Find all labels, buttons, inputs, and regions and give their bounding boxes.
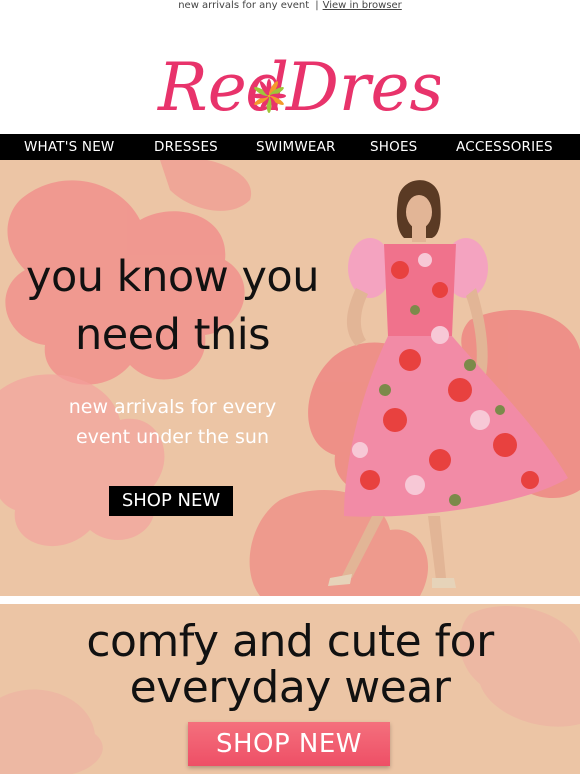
hero-banner[interactable]: you know you need this new arrivals for … bbox=[0, 160, 580, 596]
nav-item-shoes[interactable]: SHOES bbox=[370, 134, 417, 160]
hero-headline-line-2: need this bbox=[74, 310, 271, 360]
everyday-wear-banner[interactable]: comfy and cute for everyday wear SHOP NE… bbox=[0, 604, 580, 774]
nav-item-whats-new[interactable]: WHAT'S NEW bbox=[24, 134, 114, 160]
brand-logo[interactable]: Red Dress bbox=[140, 24, 477, 128]
red-dress-logo: Red Dress bbox=[157, 49, 477, 126]
nav-item-accessories[interactable]: ACCESSORIES bbox=[456, 134, 553, 160]
hero-subheadline-line-2: event under the sun bbox=[75, 426, 270, 448]
lower-headline-line-1: comfy and cute for bbox=[86, 616, 494, 667]
nav-item-dresses[interactable]: DRESSES bbox=[154, 134, 218, 160]
view-in-browser-link[interactable]: View in browser bbox=[323, 0, 402, 11]
hero-headline-line-1: you know you bbox=[26, 252, 319, 302]
hero-subheadline-line-1: new arrivals for every bbox=[68, 396, 277, 418]
hero-shop-new-button[interactable]: SHOP NEW bbox=[109, 486, 233, 516]
lower-headline-line-2: everyday wear bbox=[129, 662, 451, 713]
nav-item-swimwear[interactable]: SWIMWEAR bbox=[256, 134, 336, 160]
preheader-separator: | bbox=[315, 0, 319, 11]
preheader-text: new arrivals for any event bbox=[178, 0, 310, 11]
preheader: new arrivals for any event | View in brows… bbox=[0, 0, 580, 14]
section-divider bbox=[0, 596, 580, 604]
main-nav: WHAT'S NEW DRESSES SWIMWEAR SHOES ACCESS… bbox=[0, 134, 580, 160]
lower-shop-new-button[interactable]: SHOP NEW bbox=[188, 722, 390, 766]
watercolor-flower-background bbox=[0, 160, 580, 596]
logo-word-dress: Dress bbox=[285, 49, 440, 126]
